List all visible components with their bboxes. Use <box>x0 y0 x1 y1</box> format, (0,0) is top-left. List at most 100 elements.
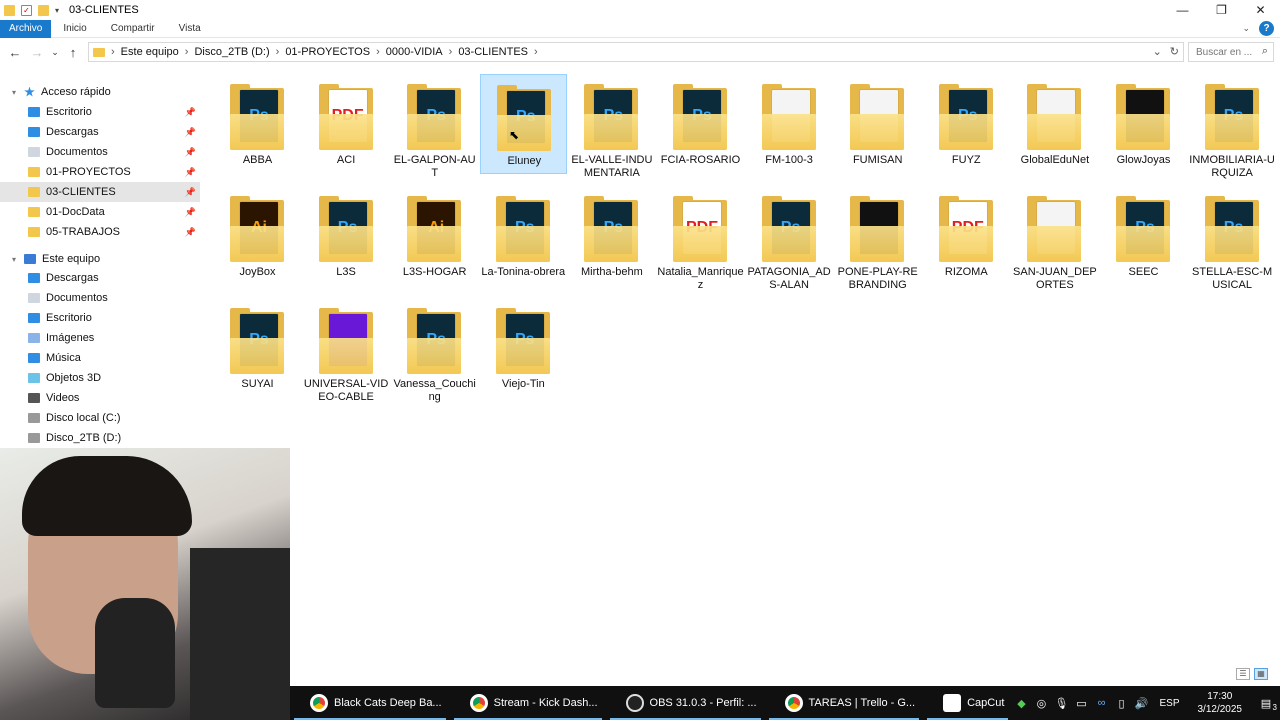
help-icon[interactable]: ? <box>1259 21 1274 36</box>
folder-item[interactable]: FM-100-3 <box>746 74 833 174</box>
tab-vista[interactable]: Vista <box>167 20 213 38</box>
forward-button[interactable]: → <box>26 45 48 60</box>
pin-icon[interactable]: 📌 <box>185 207 196 218</box>
folder-item[interactable]: SAN-JUAN_DEPORTES <box>1011 186 1098 291</box>
sidebar-item-documentos[interactable]: Documentos 📌 <box>0 142 200 162</box>
folder-item[interactable]: Ps ABBA <box>214 74 301 174</box>
language-indicator[interactable]: ESP <box>1159 698 1179 709</box>
sidebar-this-pc[interactable]: ▾ Este equipo <box>0 249 200 269</box>
folder-item[interactable]: PDF ACI <box>303 74 390 174</box>
sidebar-item-descargas[interactable]: Descargas 📌 <box>0 122 200 142</box>
breadcrumb-clientes[interactable]: 03-CLIENTES <box>458 46 528 58</box>
refresh-icon[interactable]: ↻ <box>1170 45 1179 58</box>
recent-locations-icon[interactable]: ⌄ <box>48 47 62 58</box>
details-view-icon[interactable]: ☰ <box>1236 668 1250 680</box>
sidebar-item-01-docdata[interactable]: 01-DocData 📌 <box>0 202 200 222</box>
tab-compartir[interactable]: Compartir <box>99 20 167 38</box>
tab-archivo[interactable]: Archivo <box>0 19 52 38</box>
microphone-icon[interactable]: 🎙 <box>1054 696 1069 710</box>
folder-item[interactable]: Ps EL-GALPON-AUT <box>391 74 478 179</box>
chevron-down-icon[interactable]: ▾ <box>55 6 59 15</box>
folder-item[interactable]: GlobalEduNet <box>1011 74 1098 174</box>
folder-item[interactable]: Ps PATAGONIA_ADS-ALAN <box>746 186 833 291</box>
chevron-right-icon[interactable]: › <box>376 46 380 58</box>
sidebar-item-escritorio[interactable]: Escritorio 📌 <box>0 102 200 122</box>
search-icon[interactable]: ⌕ <box>1262 45 1268 58</box>
chevron-right-icon[interactable]: › <box>449 46 453 58</box>
sidebar-item-05-trabajos[interactable]: 05-TRABAJOS 📌 <box>0 222 200 242</box>
back-button[interactable]: ← <box>4 45 26 60</box>
taskbar-item[interactable]: OBS 31.0.3 - Perfil: ... <box>606 686 765 720</box>
pin-icon[interactable]: 📌 <box>185 127 196 138</box>
chevron-right-icon[interactable]: › <box>111 46 115 58</box>
address-bar[interactable]: › Este equipo › Disco_2TB (D:) › 01-PROY… <box>88 42 1184 62</box>
clock[interactable]: 17:30 3/12/2025 <box>1198 690 1243 716</box>
breadcrumb-proyectos[interactable]: 01-PROYECTOS <box>285 46 370 58</box>
new-folder-icon[interactable] <box>38 4 49 16</box>
chevron-right-icon[interactable]: › <box>185 46 189 58</box>
pin-icon[interactable]: 📌 <box>185 187 196 198</box>
folder-item[interactable]: Ps La-Tonina-obrera <box>480 186 567 286</box>
sidebar-item-disco-local-c-[interactable]: Disco local (C:) <box>0 408 200 428</box>
chevron-down-icon[interactable]: ⌄ <box>1153 45 1162 58</box>
steam-icon[interactable]: ◎ <box>1034 696 1048 710</box>
expand-ribbon-icon[interactable]: ⌄ <box>1242 23 1250 34</box>
folder-item[interactable]: PONE-PLAY-REBRANDING <box>834 186 921 291</box>
sidebar-item-escritorio[interactable]: Escritorio <box>0 308 200 328</box>
folder-item[interactable]: Ps STELLA-ESC-MUSICAL <box>1189 186 1276 291</box>
breadcrumb-este-equipo[interactable]: Este equipo <box>121 46 179 58</box>
volume-icon[interactable]: 🔊 <box>1134 696 1149 710</box>
folder-item[interactable]: Ps FUYZ <box>923 74 1010 174</box>
folder-item[interactable]: UNIVERSAL-VIDEO-CABLE <box>303 298 390 403</box>
breadcrumb-vidia[interactable]: 0000-VIDIA <box>386 46 443 58</box>
minimize-button[interactable]: — <box>1163 0 1202 20</box>
folder-item[interactable]: PDF Natalia_Manriquez <box>657 186 744 291</box>
folder-item[interactable]: Ps FCIA-ROSARIO <box>657 74 744 174</box>
sidebar-item-03-clientes[interactable]: 03-CLIENTES 📌 <box>0 182 200 202</box>
taskbar-item[interactable]: Stream - Kick Dash... <box>450 686 606 720</box>
folder-item[interactable]: Ps INMOBILIARIA-URQUIZA <box>1189 74 1276 179</box>
pin-icon[interactable]: 📌 <box>185 147 196 158</box>
sidebar-item-01-proyectos[interactable]: 01-PROYECTOS 📌 <box>0 162 200 182</box>
sidebar-item-m-sica[interactable]: Música <box>0 348 200 368</box>
taskbar-item[interactable]: CapCut <box>923 686 1012 720</box>
folder-item[interactable]: Ai JoyBox <box>214 186 301 286</box>
sidebar-item-videos[interactable]: Videos <box>0 388 200 408</box>
sidebar-quick-access[interactable]: ▾ Acceso rápido <box>0 82 200 102</box>
folder-item[interactable]: Ps Viejo-Tin <box>480 298 567 398</box>
meta-icon[interactable]: ∞ <box>1094 696 1108 710</box>
pin-icon[interactable]: 📌 <box>185 227 196 238</box>
sidebar-item-descargas[interactable]: Descargas <box>0 268 200 288</box>
sidebar-item-disco-2tb-d-[interactable]: Disco_2TB (D:) <box>0 428 200 448</box>
properties-icon[interactable]: ✓ <box>21 4 32 16</box>
folder-item[interactable]: Ps Vanessa_Couching <box>391 298 478 403</box>
folder-item[interactable]: Ps L3S <box>303 186 390 286</box>
folder-item[interactable]: FUMISAN <box>834 74 921 174</box>
folder-item[interactable]: Ps EL-VALLE-INDUMENTARIA <box>568 74 655 179</box>
folder-item[interactable]: Ps Mirtha-behm <box>568 186 655 286</box>
tab-inicio[interactable]: Inicio <box>51 20 98 38</box>
folder-item[interactable]: GlowJoyas <box>1100 74 1187 174</box>
chevron-right-icon[interactable]: › <box>534 46 538 58</box>
folder-item[interactable]: Ps SEEC <box>1100 186 1187 286</box>
monitor-icon[interactable]: ▭ <box>1074 696 1088 710</box>
search-input[interactable]: Buscar en ... ⌕ <box>1188 42 1274 62</box>
nvidia-icon[interactable]: ◆ <box>1014 696 1028 710</box>
notifications-icon[interactable]: ▤ 3 <box>1255 696 1277 713</box>
folder-item[interactable]: PDF RIZOMA <box>923 186 1010 286</box>
pin-icon[interactable]: 📌 <box>185 107 196 118</box>
maximize-button[interactable]: ❐ <box>1202 0 1241 20</box>
pin-icon[interactable]: 📌 <box>185 167 196 178</box>
large-icons-view-icon[interactable]: ▦ <box>1254 668 1268 680</box>
chevron-right-icon[interactable]: › <box>276 46 280 58</box>
sidebar-item-im-genes[interactable]: Imágenes <box>0 328 200 348</box>
folder-item[interactable]: Ps SUYAI <box>214 298 301 398</box>
folder-item[interactable]: Ps Eluney <box>479 74 567 174</box>
folder-item[interactable]: Ai L3S-HOGAR <box>391 186 478 286</box>
chevron-down-icon[interactable]: ▾ <box>12 255 16 264</box>
sidebar-item-documentos[interactable]: Documentos <box>0 288 200 308</box>
chevron-down-icon[interactable]: ▾ <box>12 88 16 97</box>
up-button[interactable]: ↑ <box>62 45 84 60</box>
taskbar-item[interactable]: TAREAS | Trello - G... <box>765 686 924 720</box>
battery-icon[interactable]: ▯ <box>1114 696 1128 710</box>
